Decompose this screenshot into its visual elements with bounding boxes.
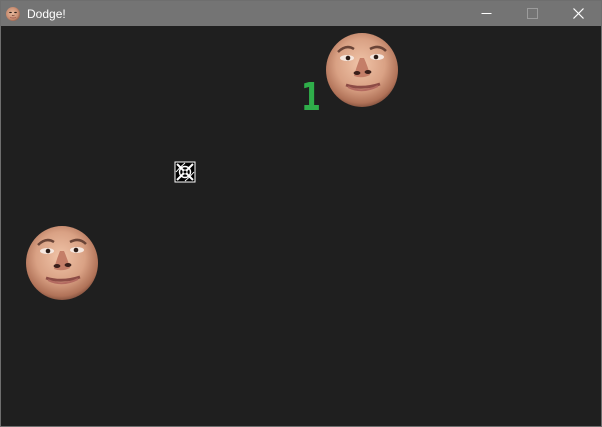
- enemy-face: [324, 32, 400, 108]
- maximize-icon: [526, 8, 538, 19]
- crosshair-icon: [174, 161, 196, 183]
- face-icon: [6, 6, 20, 21]
- title-bar[interactable]: Dodge!: [1, 1, 601, 26]
- game-window: Dodge! 1: [0, 0, 602, 427]
- window-title: Dodge!: [27, 6, 66, 21]
- score-counter: 1: [301, 75, 321, 119]
- game-canvas[interactable]: 1: [1, 26, 601, 426]
- face-icon: [26, 226, 98, 300]
- player-sprite[interactable]: [174, 161, 196, 183]
- close-button[interactable]: [555, 1, 601, 26]
- face-icon: [326, 33, 398, 107]
- maximize-button[interactable]: [509, 1, 555, 26]
- minimize-button[interactable]: [463, 1, 509, 26]
- minimize-icon: [481, 13, 491, 14]
- enemy-face: [24, 225, 100, 301]
- close-icon: [572, 8, 584, 19]
